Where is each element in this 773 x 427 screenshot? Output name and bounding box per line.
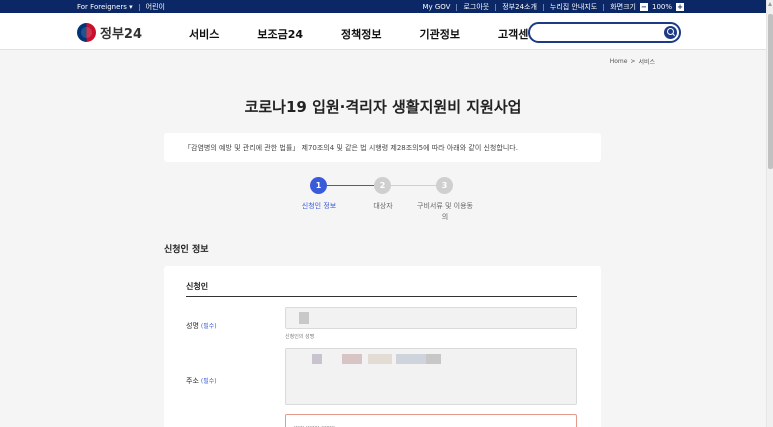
page-scrollbar[interactable] [766,0,773,427]
name-field[interactable] [285,307,577,329]
divider [186,296,577,297]
zoom-out-button[interactable]: − [639,3,648,11]
step-3-indicator: 3 [436,177,453,194]
redacted-value [299,312,309,324]
nav-item-subsidy24[interactable]: 보조금24 [257,26,303,42]
taegeuk-logo-icon [77,23,96,42]
nav-item-policy[interactable]: 정책정보 [341,26,381,42]
search-input[interactable] [538,28,658,45]
page-title: 코로나19 입원·격리자 생활지원비 지원사업 [244,98,522,116]
divider [542,3,544,11]
utility-bar: For Foreigners ▾ 어린이 My GOV 로그아웃 정부24소개 … [0,0,766,13]
redacted-value [426,354,441,364]
section-heading: 신청인 정보 [164,245,209,255]
my-gov-link[interactable]: My GOV [422,3,450,11]
required-mark: (필수) [200,323,217,330]
nav-item-services[interactable]: 서비스 [189,26,219,42]
step-3-label: 구비서류 및 이용동의 [417,202,473,221]
divider [456,3,458,11]
redacted-value [368,354,392,364]
step-2-label: 대상자 [373,202,393,210]
breadcrumb: Home > 서비스 [610,57,655,66]
site-logo[interactable]: 정부24 [77,23,142,42]
scroll-up-arrow-icon[interactable] [768,2,772,6]
progress-steps: 1 2 3 신청인 정보 대상자 구비서류 및 이용동의 [300,177,500,227]
nav-item-agency[interactable]: 기관정보 [420,26,460,42]
divider [138,3,140,11]
search-icon[interactable] [664,26,677,39]
step-1-label: 신청인 정보 [301,202,337,210]
redacted-value [396,354,426,364]
redacted-value [342,354,362,364]
step-1-indicator: 1 [310,177,327,194]
logout-link[interactable]: 로그아웃 [463,2,489,12]
logo-text: 정부24 [100,27,143,42]
main-nav: 서비스 보조금24 정책정보 기관정보 고객센터 [189,26,577,42]
card-title: 신청인 [186,282,209,291]
divider [495,3,497,11]
search-box [528,22,681,45]
step-2-indicator: 2 [374,177,391,194]
scroll-thumb[interactable] [768,14,773,169]
zoom-in-button[interactable]: + [676,3,684,11]
redacted-value [312,354,322,364]
address-label-text: 주소 [186,377,199,385]
screen-size-label: 화면크기 [610,3,636,11]
applicant-form-card: 신청인 성명 (필수) 신청인의 성명 주소 (필수) [164,266,601,427]
about-link[interactable]: 정부24소개 [502,2,537,12]
name-label: 성명 (필수) [186,321,217,331]
breadcrumb-separator: > [630,58,636,65]
breadcrumb-home[interactable]: Home [610,58,628,65]
phone-field[interactable] [285,414,577,427]
legal-notice: 「감염병의 예방 및 관리에 관한 법률」 제70조의4 및 같은 법 시행령 … [164,133,601,162]
site-header: 정부24 서비스 보조금24 정책정보 기관정보 고객센터 [0,13,766,50]
name-label-text: 성명 [186,322,199,330]
address-label: 주소 (필수) [186,376,217,386]
kids-link[interactable]: 어린이 [146,2,165,12]
name-hint: 신청인의 성명 [285,334,315,340]
address-field[interactable] [285,348,577,405]
divider [603,3,605,11]
breadcrumb-current[interactable]: 서비스 [638,57,655,66]
required-mark: (필수) [200,378,217,385]
zoom-level: 100% [651,3,672,11]
site-guide-link[interactable]: 누리집 안내지도 [550,2,597,12]
for-foreigners-link[interactable]: For Foreigners ▾ [77,3,133,11]
